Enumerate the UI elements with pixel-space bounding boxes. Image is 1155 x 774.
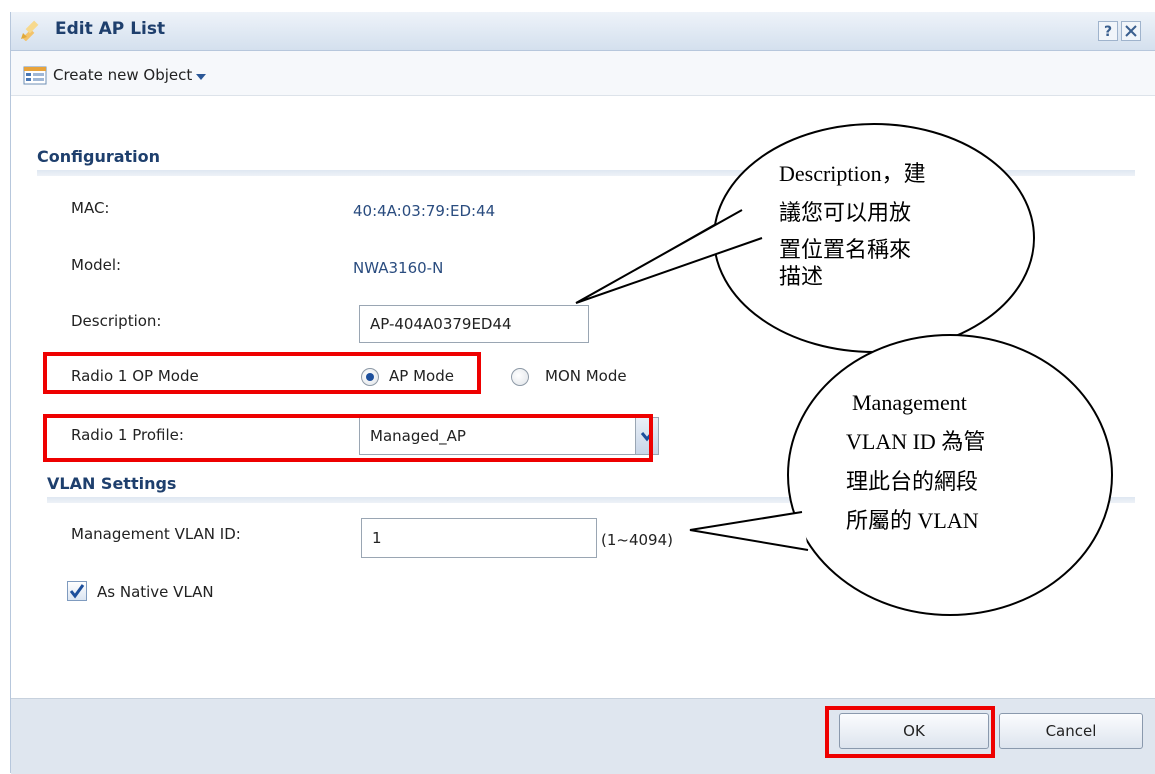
vlan-callout-line-1: Management <box>852 390 967 415</box>
description-callout-line-3: 置位置名稱來 <box>779 237 911 262</box>
description-callout-line-1: Description，建 <box>779 161 926 186</box>
vlan-callout-line-4: 所屬的 VLAN <box>846 508 979 533</box>
description-callout-line-4: 描述 <box>779 264 823 289</box>
description-callout-line-2: 議您可以用放 <box>779 200 911 225</box>
callout-layer: Description，建 議您可以用放 置位置名稱來 描述 Managemen… <box>575 123 1113 616</box>
description-callout: Description，建 議您可以用放 置位置名稱來 描述 <box>575 123 1035 353</box>
vlan-callout: Management VLAN ID 為管 理此台的網段 所屬的 VLAN <box>689 334 1113 616</box>
vlan-callout-line-2: VLAN ID 為管 <box>846 429 985 454</box>
vlan-callout-line-3: 理此台的網段 <box>846 469 978 494</box>
